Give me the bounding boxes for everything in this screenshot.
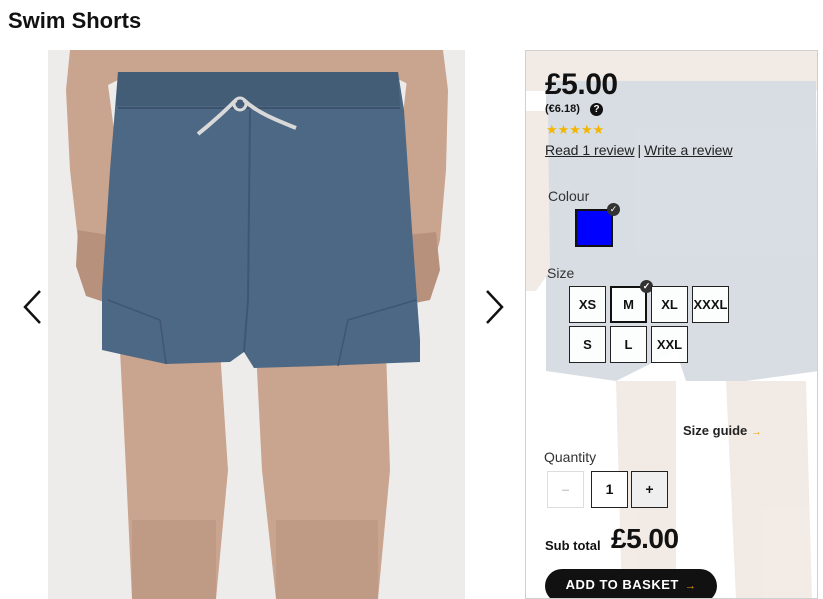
chevron-left-icon[interactable] [20,287,44,327]
size-option-s[interactable]: S [569,326,606,363]
subtotal-value: £5.00 [611,523,679,554]
quantity-label: Quantity [544,449,597,465]
add-to-basket-button[interactable]: ADD TO BASKET → [545,569,717,598]
help-icon[interactable]: ? [590,103,603,116]
size-guide-link[interactable]: Size guide → [683,423,762,438]
size-option-l[interactable]: L [610,326,647,363]
size-label: Size [547,265,575,281]
colour-swatch-blue[interactable]: ✓ [575,203,620,247]
size-option-m[interactable]: M ✓ [610,280,653,323]
size-option-xxl[interactable]: XXL [651,326,688,363]
read-reviews-link[interactable]: Read 1 review [545,142,635,158]
quantity-input[interactable]: 1 [591,471,628,508]
check-icon: ✓ [607,203,620,216]
subtotal-label: Sub total [545,538,601,553]
product-image[interactable] [48,50,465,599]
purchase-panel: £5.00 (€6.18) ? ★★★★★ Read 1 review | Writ… [525,50,818,599]
size-option-xxxl[interactable]: XXXL [692,286,729,323]
colour-label: Colour [548,188,590,204]
price: £5.00 [545,68,618,101]
add-to-basket-label: ADD TO BASKET [565,577,679,592]
review-links: Read 1 review | Write a review [545,142,733,158]
review-separator: | [637,142,642,158]
quantity-increase-button[interactable]: + [631,471,668,508]
price-alt-currency: (€6.18) [545,103,580,115]
page-title: Swim Shorts [8,8,142,33]
size-option-label: M [623,297,634,312]
quantity-decrease-button[interactable]: – [547,471,584,508]
arrow-right-icon: → [750,426,762,438]
write-review-link[interactable]: Write a review [644,142,732,158]
product-photo [48,50,465,599]
size-option-xl[interactable]: XL [651,286,688,323]
size-guide-label: Size guide [683,423,748,438]
rating-stars: ★★★★★ [546,122,605,137]
arrow-right-icon: → [684,580,697,592]
size-option-xs[interactable]: XS [569,286,606,323]
chevron-right-icon[interactable] [483,287,507,327]
